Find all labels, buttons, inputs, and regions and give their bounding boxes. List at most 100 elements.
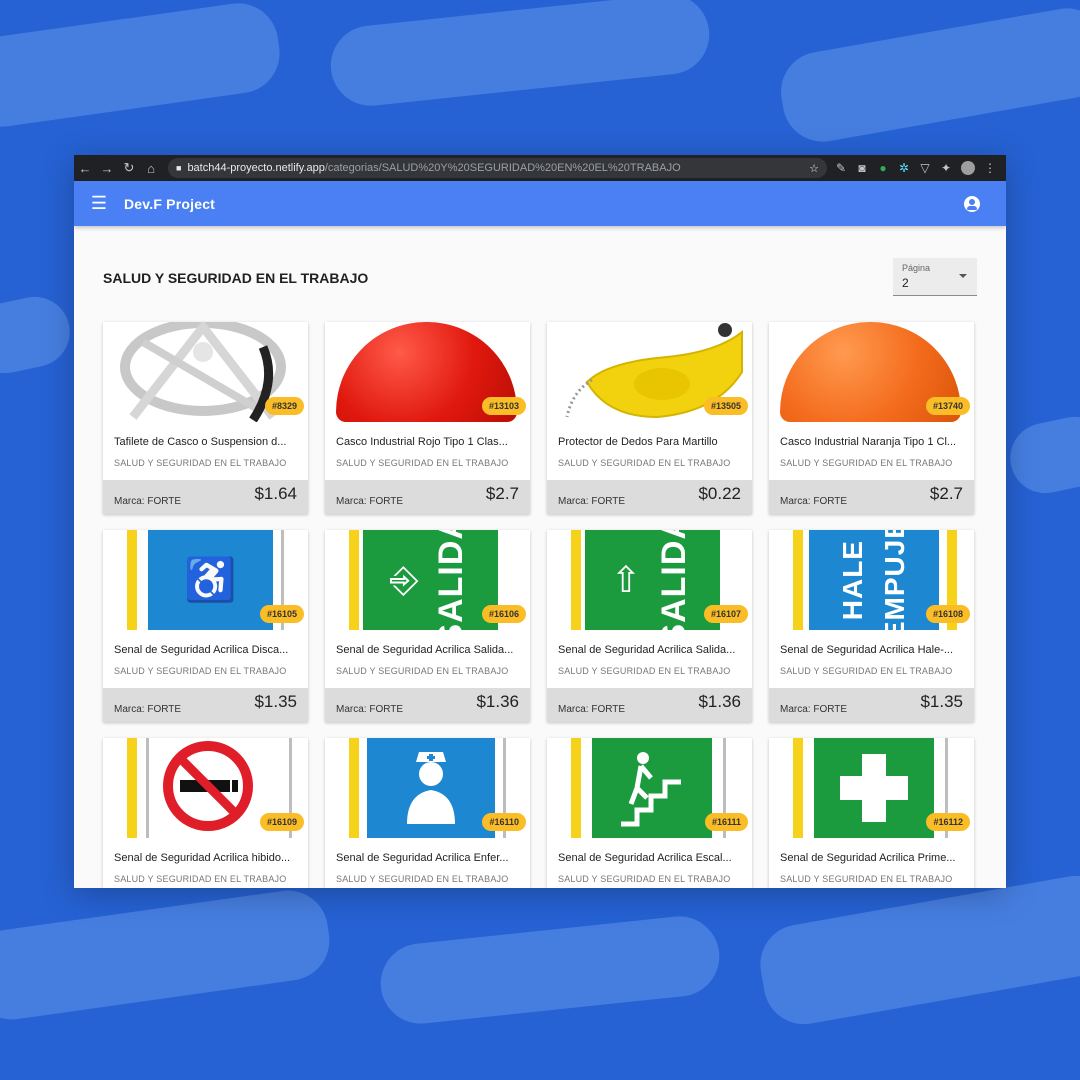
puzzle-icon[interactable]: ✦: [940, 161, 952, 175]
react-icon[interactable]: ✲: [898, 161, 910, 175]
product-name[interactable]: Protector de Dedos Para Martillo: [558, 436, 742, 448]
product-image: ♿ #16105: [103, 530, 308, 630]
product-price: $1.36: [476, 692, 519, 711]
more-icon[interactable]: ⋮: [984, 161, 996, 175]
product-brand: Marca: FORTE: [558, 495, 626, 507]
evernote-icon[interactable]: ●: [877, 161, 889, 175]
main-content: SALUD Y SEGURIDAD EN EL TRABAJO Página 2: [74, 226, 1006, 888]
product-brand: Marca: FORTE: [780, 703, 848, 715]
product-card[interactable]: ♿ #16105 Senal de Seguridad Acrilica Dis…: [103, 530, 308, 722]
background-brush: [326, 0, 714, 110]
background-brush: [754, 869, 1080, 1031]
product-brand: Marca: FORTE: [336, 703, 404, 715]
back-icon[interactable]: ←: [74, 161, 96, 176]
salida-text: SALIDA: [432, 530, 471, 630]
product-card[interactable]: #8329 Tafilete de Casco o Suspension d..…: [103, 322, 308, 514]
product-image: ⎆ SALIDA #16106: [325, 530, 530, 630]
product-image: #13740: [769, 322, 974, 422]
yellow-stripe: [349, 530, 359, 630]
exit-arrow-icon: ⇧: [610, 559, 642, 600]
green-sign-panel: [814, 738, 934, 838]
product-card[interactable]: #13103 Casco Industrial Rojo Tipo 1 Clas…: [325, 322, 530, 514]
browser-toolbar: ← → ↻ ⌂ ■ batch44-proyecto.netlify.app /…: [74, 155, 1006, 181]
product-name[interactable]: Senal de Seguridad Acrilica Enfer...: [336, 852, 520, 864]
vue-icon[interactable]: ▽: [919, 161, 931, 175]
product-category: SALUD Y SEGURIDAD EN EL TRABAJO: [558, 458, 731, 468]
product-card[interactable]: HALE EMPUJE #16108 Senal de Seguridad Ac…: [769, 530, 974, 722]
product-image: #13103: [325, 322, 530, 422]
product-price: $1.35: [254, 692, 297, 711]
product-price: $0.22: [698, 484, 741, 503]
product-card[interactable]: #16109 Senal de Seguridad Acrilica hibid…: [103, 738, 308, 888]
product-image: #16109: [103, 738, 308, 838]
product-name[interactable]: Casco Industrial Rojo Tipo 1 Clas...: [336, 436, 520, 448]
product-name[interactable]: Tafilete de Casco o Suspension d...: [114, 436, 298, 448]
product-card[interactable]: #16111 Senal de Seguridad Acrilica Escal…: [547, 738, 752, 888]
product-brand: Marca: FORTE: [114, 495, 182, 507]
product-image: #13505: [547, 322, 752, 422]
account-icon[interactable]: [964, 195, 980, 212]
product-card[interactable]: #16110 Senal de Seguridad Acrilica Enfer…: [325, 738, 530, 888]
product-id-badge: #16109: [259, 813, 304, 831]
nurse-icon: [407, 752, 455, 824]
blue-sign-panel: HALE EMPUJE: [809, 530, 939, 630]
green-sign-panel: ⎆ SALIDA: [363, 530, 498, 630]
background-brush: [774, 2, 1080, 148]
product-footer: Marca: FORTE $1.36: [325, 688, 530, 722]
background-brush: [0, 0, 285, 132]
home-icon[interactable]: ⌂: [140, 161, 162, 176]
chevron-down-icon: [959, 274, 967, 278]
product-price: $2.7: [485, 484, 519, 503]
product-card[interactable]: ⇧ SALIDA #16107 Senal de Seguridad Acril…: [547, 530, 752, 722]
product-id-badge: #16106: [481, 605, 526, 623]
page-select-label: Página: [902, 263, 931, 273]
product-image: #16111: [547, 738, 752, 838]
product-name[interactable]: Senal de Seguridad Acrilica Salida...: [336, 644, 520, 656]
product-category: SALUD Y SEGURIDAD EN EL TRABAJO: [558, 666, 731, 676]
product-price: $2.7: [929, 484, 963, 503]
background-brush: [1003, 410, 1080, 500]
yellow-stripe: [349, 738, 359, 838]
page-title: SALUD Y SEGURIDAD EN EL TRABAJO: [103, 270, 369, 286]
product-card[interactable]: #13505 Protector de Dedos Para Martillo …: [547, 322, 752, 514]
product-name[interactable]: Senal de Seguridad Acrilica Escal...: [558, 852, 742, 864]
camera-icon[interactable]: ◙: [856, 161, 868, 175]
url-path: /categorias/SALUD%20Y%20SEGURIDAD%20EN%2…: [324, 162, 681, 174]
menu-icon[interactable]: ☰: [74, 193, 124, 214]
product-name[interactable]: Senal de Seguridad Acrilica Hale-...: [780, 644, 964, 656]
star-icon[interactable]: ☆: [809, 162, 819, 175]
product-brand: Marca: FORTE: [780, 495, 848, 507]
product-card[interactable]: ⎆ SALIDA #16106 Senal de Seguridad Acril…: [325, 530, 530, 722]
product-id-badge: #16105: [259, 605, 304, 623]
yellow-stripe: [571, 530, 581, 630]
product-image: #16112: [769, 738, 974, 838]
product-card[interactable]: #13740 Casco Industrial Naranja Tipo 1 C…: [769, 322, 974, 514]
green-sign-panel: [592, 738, 712, 838]
blue-sign-panel: ♿: [148, 530, 273, 630]
product-name[interactable]: Senal de Seguridad Acrilica Disca...: [114, 644, 298, 656]
product-category: SALUD Y SEGURIDAD EN EL TRABAJO: [558, 874, 731, 884]
product-name[interactable]: Casco Industrial Naranja Tipo 1 Cl...: [780, 436, 964, 448]
product-name[interactable]: Senal de Seguridad Acrilica Prime...: [780, 852, 964, 864]
forward-icon[interactable]: →: [96, 161, 118, 176]
page-select-value: 2: [902, 276, 909, 290]
product-footer: Marca: FORTE $1.36: [547, 688, 752, 722]
yellow-stripe: [127, 738, 137, 838]
stairs-icon: [621, 752, 681, 827]
yellow-stripe: [127, 530, 137, 630]
product-name[interactable]: Senal de Seguridad Acrilica hibido...: [114, 852, 298, 864]
no-smoking-icon: [163, 741, 253, 831]
product-footer: Marca: FORTE $2.7: [325, 480, 530, 514]
page-select[interactable]: Página 2: [893, 258, 977, 296]
pen-icon[interactable]: ✎: [835, 161, 847, 175]
product-brand: Marca: FORTE: [114, 703, 182, 715]
address-bar[interactable]: ■ batch44-proyecto.netlify.app /categori…: [168, 158, 827, 178]
extensions-area: ✎ ◙ ● ✲ ▽ ✦ ⋮: [835, 161, 1006, 175]
product-name[interactable]: Senal de Seguridad Acrilica Salida...: [558, 644, 742, 656]
product-footer: Marca: FORTE $1.64: [103, 480, 308, 514]
product-id-badge: #16107: [703, 605, 748, 623]
reload-icon[interactable]: ↻: [118, 160, 140, 176]
profile-avatar[interactable]: [961, 161, 975, 175]
browser-window: ← → ↻ ⌂ ■ batch44-proyecto.netlify.app /…: [74, 155, 1006, 888]
product-card[interactable]: #16112 Senal de Seguridad Acrilica Prime…: [769, 738, 974, 888]
